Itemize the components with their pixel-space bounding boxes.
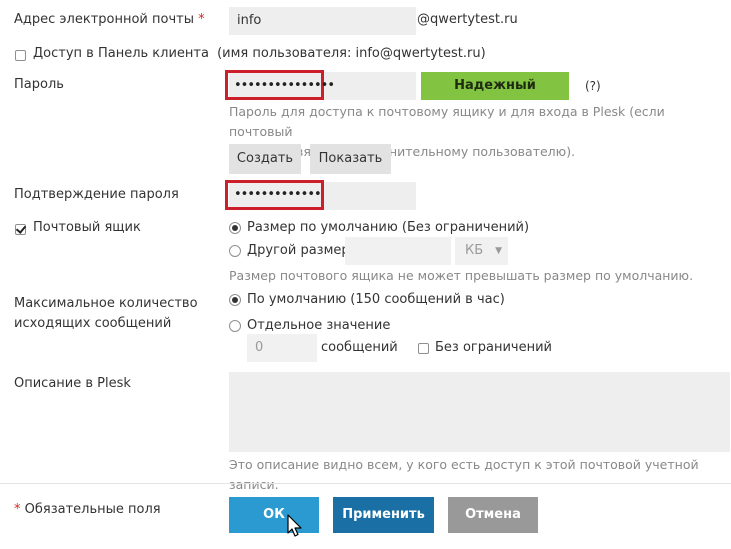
outgoing-custom-unit: сообщений bbox=[321, 340, 398, 355]
mailbox-size-hint: Размер почтового ящика не может превышат… bbox=[229, 268, 694, 283]
generate-password-button[interactable]: Создать bbox=[229, 144, 301, 174]
outgoing-custom-value: 0 bbox=[255, 340, 264, 355]
outgoing-limit-label: Максимальное количество исходящих сообще… bbox=[14, 294, 198, 334]
email-local-part-value: info bbox=[237, 13, 262, 28]
description-hint: Это описание видно всем, у кого есть дос… bbox=[229, 457, 699, 492]
footer-divider bbox=[0, 483, 731, 484]
apply-button[interactable]: Применить bbox=[333, 497, 434, 533]
outgoing-default-label: По умолчанию (150 сообщений в час) bbox=[247, 292, 505, 307]
description-textarea[interactable] bbox=[229, 372, 730, 452]
confirm-password-label: Подтверждение пароля bbox=[14, 187, 179, 202]
password-strength-indicator: Надежный bbox=[421, 72, 569, 100]
required-mark: * bbox=[14, 502, 21, 517]
email-label: Адрес электронной почты * bbox=[14, 12, 205, 27]
mouse-cursor-icon bbox=[287, 514, 302, 537]
password-label: Пароль bbox=[14, 77, 64, 92]
mailbox-size-input[interactable] bbox=[345, 237, 451, 265]
confirm-password-masked-value: ••••••••••••• bbox=[234, 187, 322, 202]
password-hint-line1: Пароль для доступа к почтовому ящику и д… bbox=[229, 104, 665, 139]
required-mark: * bbox=[198, 12, 205, 27]
outgoing-unlimited-label: Без ограничений bbox=[435, 340, 552, 355]
password-hint-line2: адрес привязан к дополнительному пользов… bbox=[229, 144, 576, 159]
outgoing-custom-label: Отдельное значение bbox=[247, 318, 391, 333]
mailbox-checkbox[interactable] bbox=[15, 224, 26, 235]
password-masked-value: ••••••••••••••• bbox=[234, 78, 335, 93]
panel-access-checkbox[interactable] bbox=[15, 50, 26, 61]
mailbox-label: Почтовый ящик bbox=[33, 220, 141, 235]
panel-access-username-note: (имя пользователя: info@qwertytest.ru) bbox=[217, 46, 486, 61]
outgoing-limit-label-line1: Максимальное количество bbox=[14, 296, 198, 311]
email-label-text: Адрес электронной почты bbox=[14, 12, 194, 27]
mailbox-size-default-radio[interactable] bbox=[229, 222, 241, 234]
mailbox-size-custom-radio[interactable] bbox=[229, 245, 241, 257]
mailbox-size-custom-label: Другой размер bbox=[247, 243, 350, 258]
panel-access-label: Доступ в Панель клиента (имя пользовател… bbox=[33, 46, 486, 61]
mailbox-size-unit-select[interactable]: КБ ▼ bbox=[455, 237, 508, 265]
cancel-button[interactable]: Отмена bbox=[448, 497, 538, 533]
outgoing-limit-label-line2: исходящих сообщений bbox=[14, 316, 172, 331]
email-local-part-input[interactable]: info bbox=[229, 7, 416, 35]
mailbox-size-default-label: Размер по умолчанию (Без ограничений) bbox=[247, 220, 530, 235]
panel-access-label-text: Доступ в Панель клиента bbox=[33, 46, 209, 61]
chevron-down-icon: ▼ bbox=[495, 246, 502, 256]
mailbox-size-unit-value: КБ bbox=[465, 243, 484, 258]
required-fields-note-text: Обязательные поля bbox=[24, 502, 161, 517]
ok-button[interactable]: ОК bbox=[229, 497, 319, 533]
required-fields-note: * Обязательные поля bbox=[14, 502, 161, 517]
password-hint: Пароль для доступа к почтовому ящику и д… bbox=[229, 102, 731, 162]
description-label: Описание в Plesk bbox=[14, 376, 131, 391]
outgoing-default-radio[interactable] bbox=[229, 294, 241, 306]
outgoing-custom-value-input[interactable]: 0 bbox=[247, 334, 317, 362]
outgoing-custom-radio[interactable] bbox=[229, 320, 241, 332]
email-domain: @qwertytest.ru bbox=[417, 12, 518, 27]
outgoing-unlimited-checkbox[interactable] bbox=[418, 343, 429, 354]
password-help-link[interactable]: (?) bbox=[585, 79, 601, 93]
show-password-button[interactable]: Показать bbox=[310, 144, 391, 174]
